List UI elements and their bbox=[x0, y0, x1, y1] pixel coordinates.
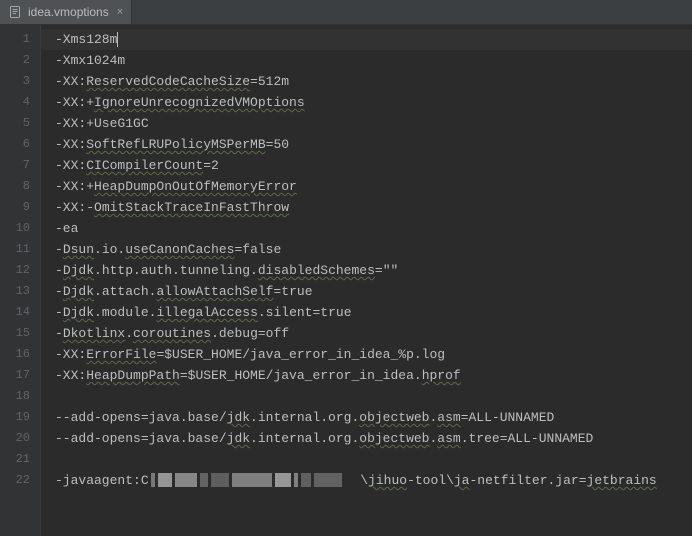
redacted-block bbox=[275, 473, 291, 487]
line-number: 14 bbox=[0, 302, 40, 323]
code-line[interactable]: -XX:ErrorFile=$USER_HOME/java_error_in_i… bbox=[55, 344, 692, 365]
code-line[interactable]: -Djdk.attach.allowAttachSelf=true bbox=[55, 281, 692, 302]
editor-tab[interactable]: idea.vmoptions × bbox=[0, 0, 132, 24]
file-icon bbox=[8, 5, 22, 19]
close-icon[interactable]: × bbox=[115, 6, 125, 18]
line-number: 17 bbox=[0, 365, 40, 386]
line-number: 5 bbox=[0, 113, 40, 134]
code-line[interactable]: -javaagent:C \jihuo-tool\ja-netfilter.ja… bbox=[55, 470, 692, 491]
code-line[interactable]: -XX:+UseG1GC bbox=[55, 113, 692, 134]
code-line[interactable]: -Xms128m bbox=[41, 29, 692, 50]
line-number: 2 bbox=[0, 50, 40, 71]
code-area[interactable]: -Xms128m-Xmx1024m-XX:ReservedCodeCacheSi… bbox=[41, 25, 692, 536]
redacted-block bbox=[232, 473, 272, 487]
code-line[interactable]: --add-opens=java.base/jdk.internal.org.o… bbox=[55, 428, 692, 449]
line-number: 18 bbox=[0, 386, 40, 407]
code-line[interactable]: -Xmx1024m bbox=[55, 50, 692, 71]
line-number: 4 bbox=[0, 92, 40, 113]
code-line[interactable]: -Dsun.io.useCanonCaches=false bbox=[55, 239, 692, 260]
text-caret bbox=[117, 32, 118, 47]
code-line[interactable] bbox=[55, 386, 692, 407]
code-line[interactable]: -Djdk.http.auth.tunneling.disabledScheme… bbox=[55, 260, 692, 281]
redacted-block bbox=[301, 473, 311, 487]
line-number: 3 bbox=[0, 71, 40, 92]
line-number: 20 bbox=[0, 428, 40, 449]
line-number: 6 bbox=[0, 134, 40, 155]
line-number: 10 bbox=[0, 218, 40, 239]
line-number: 8 bbox=[0, 176, 40, 197]
code-line[interactable]: -XX:+IgnoreUnrecognizedVMOptions bbox=[55, 92, 692, 113]
line-number: 9 bbox=[0, 197, 40, 218]
code-line[interactable]: -XX:ReservedCodeCacheSize=512m bbox=[55, 71, 692, 92]
code-line[interactable]: -Djdk.module.illegalAccess.silent=true bbox=[55, 302, 692, 323]
editor: 12345678910111213141516171819202122 -Xms… bbox=[0, 25, 692, 536]
redacted-block bbox=[200, 473, 208, 487]
code-line[interactable]: -XX:HeapDumpPath=$USER_HOME/java_error_i… bbox=[55, 365, 692, 386]
code-line[interactable]: -XX:CICompilerCount=2 bbox=[55, 155, 692, 176]
redacted-block bbox=[314, 473, 342, 487]
line-number: 19 bbox=[0, 407, 40, 428]
tab-filename: idea.vmoptions bbox=[28, 5, 109, 19]
line-number: 12 bbox=[0, 260, 40, 281]
line-number: 22 bbox=[0, 470, 40, 491]
redacted-block bbox=[175, 473, 197, 487]
redacted-block bbox=[211, 473, 229, 487]
line-number: 21 bbox=[0, 449, 40, 470]
code-line[interactable]: -Dkotlinx.coroutines.debug=off bbox=[55, 323, 692, 344]
line-number: 1 bbox=[0, 29, 40, 50]
code-line[interactable]: -XX:SoftRefLRUPolicyMSPerMB=50 bbox=[55, 134, 692, 155]
tab-bar: idea.vmoptions × bbox=[0, 0, 692, 25]
code-line[interactable] bbox=[55, 449, 692, 470]
line-number: 7 bbox=[0, 155, 40, 176]
line-number-gutter: 12345678910111213141516171819202122 bbox=[0, 25, 41, 536]
redacted-block bbox=[294, 473, 298, 487]
line-number: 16 bbox=[0, 344, 40, 365]
line-number: 13 bbox=[0, 281, 40, 302]
code-line[interactable]: -XX:+HeapDumpOnOutOfMemoryError bbox=[55, 176, 692, 197]
code-line[interactable]: -XX:-OmitStackTraceInFastThrow bbox=[55, 197, 692, 218]
line-number: 11 bbox=[0, 239, 40, 260]
code-line[interactable]: --add-opens=java.base/jdk.internal.org.o… bbox=[55, 407, 692, 428]
redacted-block bbox=[151, 473, 155, 487]
line-number: 15 bbox=[0, 323, 40, 344]
code-line[interactable]: -ea bbox=[55, 218, 692, 239]
redacted-block bbox=[158, 473, 172, 487]
